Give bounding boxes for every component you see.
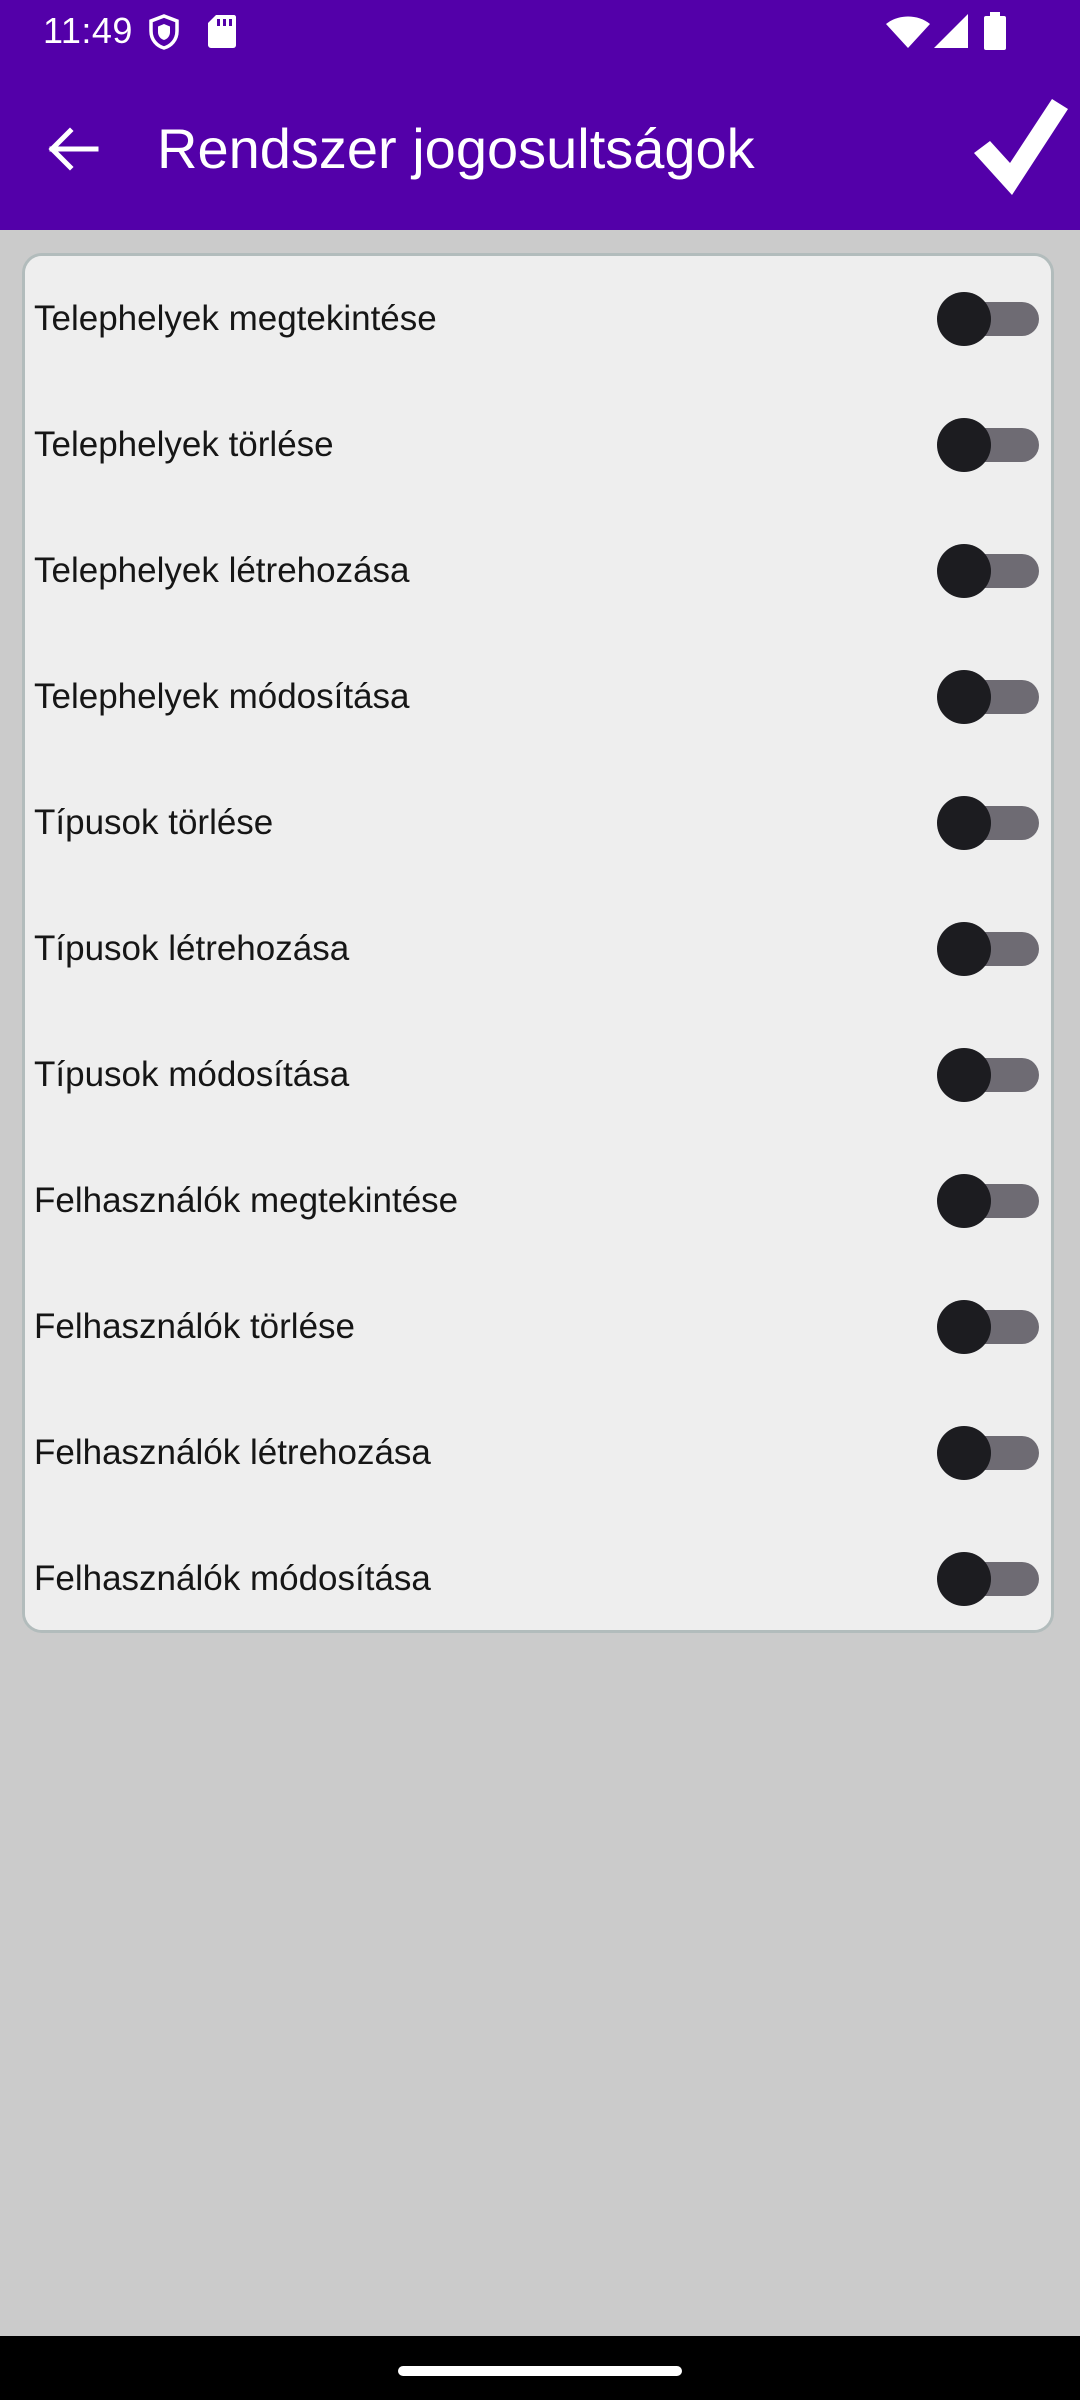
switch-thumb	[937, 544, 991, 598]
permission-toggle[interactable]	[937, 919, 1047, 979]
switch-thumb	[937, 796, 991, 850]
confirm-button[interactable]	[970, 97, 1070, 197]
checkmark-icon	[974, 99, 1068, 195]
battery-icon	[984, 12, 1006, 50]
wifi-icon	[886, 16, 930, 48]
permission-toggle[interactable]	[937, 541, 1047, 601]
permission-label: Telephelyek törlése	[34, 425, 334, 464]
back-button[interactable]	[30, 107, 114, 191]
sd-card-icon	[208, 15, 236, 48]
permission-label: Felhasználók módosítása	[34, 1559, 431, 1598]
status-time: 11:49	[43, 10, 133, 51]
switch-thumb	[937, 1552, 991, 1606]
permission-label: Típusok módosítása	[34, 1055, 350, 1094]
permission-label: Telephelyek módosítása	[34, 677, 410, 716]
navigation-bar	[0, 2336, 1080, 2400]
status-bar: 11:49	[0, 0, 1080, 62]
switch-thumb	[937, 1048, 991, 1102]
switch-thumb	[937, 922, 991, 976]
list-item-permission[interactable]: Típusok létrehozása	[25, 886, 1051, 1017]
permission-label: Felhasználók törlése	[34, 1307, 355, 1346]
list-item-permission[interactable]: Típusok módosítása	[25, 1012, 1051, 1143]
permission-toggle[interactable]	[937, 1423, 1047, 1483]
permission-toggle[interactable]	[937, 1549, 1047, 1609]
permission-toggle[interactable]	[937, 1045, 1047, 1105]
permission-toggle[interactable]	[937, 415, 1047, 475]
list-item-permission[interactable]: Felhasználók törlése	[25, 1264, 1051, 1395]
switch-thumb	[937, 292, 991, 346]
permission-toggle[interactable]	[937, 1171, 1047, 1231]
app-bar: Rendszer jogosultságok	[0, 62, 1080, 230]
list-item-permission[interactable]: Telephelyek létrehozása	[25, 508, 1051, 639]
permission-label: Telephelyek megtekintése	[34, 299, 437, 338]
permission-toggle[interactable]	[937, 667, 1047, 727]
list-item-permission[interactable]: Telephelyek megtekintése	[25, 256, 1051, 387]
switch-thumb	[937, 670, 991, 724]
permission-label: Felhasználók létrehozása	[34, 1433, 431, 1472]
cell-signal-icon	[934, 14, 968, 48]
permission-label: Felhasználók megtekintése	[34, 1181, 459, 1220]
switch-thumb	[937, 418, 991, 472]
page-title: Rendszer jogosultságok	[157, 117, 755, 180]
permission-toggle[interactable]	[937, 289, 1047, 349]
switch-thumb	[937, 1300, 991, 1354]
permission-toggle[interactable]	[937, 1297, 1047, 1357]
permission-label: Típusok létrehozása	[34, 929, 350, 968]
list-item-permission[interactable]: Felhasználók létrehozása	[25, 1390, 1051, 1521]
list-item-permission[interactable]: Felhasználók megtekintése	[25, 1138, 1051, 1269]
switch-thumb	[937, 1174, 991, 1228]
list-item-permission[interactable]: Telephelyek törlése	[25, 382, 1051, 513]
shield-icon	[149, 14, 179, 50]
list-item-permission[interactable]: Típusok törlése	[25, 760, 1051, 891]
permission-label: Típusok törlése	[34, 803, 274, 842]
list-item-permission[interactable]: Felhasználók módosítása	[25, 1516, 1051, 1630]
list-item-permission[interactable]: Telephelyek módosítása	[25, 634, 1051, 765]
switch-thumb	[937, 1426, 991, 1480]
arrow-back-icon	[48, 127, 99, 171]
permission-label: Telephelyek létrehozása	[34, 551, 410, 590]
home-gesture-handle[interactable]	[398, 2366, 682, 2376]
permission-toggle[interactable]	[937, 793, 1047, 853]
permissions-list: Telephelyek megtekintése Telephelyek tör…	[22, 253, 1054, 1633]
